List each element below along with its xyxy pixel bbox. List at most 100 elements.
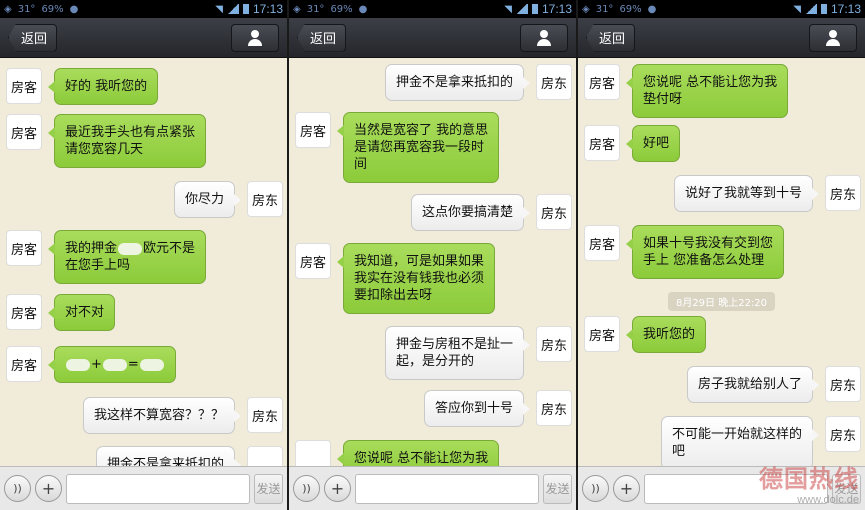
landlord-avatar[interactable]: 房东 [825, 175, 861, 211]
received-message-bubble[interactable]: 好吧 [625, 125, 681, 162]
sent-message-bubble[interactable]: 押金不是拿来抵扣的 [384, 64, 531, 101]
send-button[interactable]: 发送 [543, 473, 572, 504]
shield-icon: ◈ [582, 3, 590, 15]
received-message-bubble[interactable]: 如果十号我没有交到您 手上 您准备怎么处理 [625, 225, 785, 279]
sent-message-bubble[interactable]: 房子我就给别人了 [686, 366, 820, 403]
status-bar: ◈ 31° 69% ● ◥ 17:13 [0, 0, 287, 18]
plus-button[interactable]: + [35, 475, 62, 502]
status-right-icons: ◥ [215, 4, 249, 15]
battery-icon [531, 4, 538, 14]
received-message-bubble[interactable]: 最近我手头也有点紧张 请您宽容几天 [47, 114, 207, 168]
tenant-avatar[interactable]: 房客 [295, 243, 331, 279]
message-row: 房子我就给别人了 房东 [578, 366, 865, 403]
message-input[interactable] [644, 473, 828, 504]
status-time: 17:13 [541, 2, 572, 16]
tenant-avatar[interactable]: 房客 [6, 68, 42, 104]
chat-area[interactable]: 房客 好的 我听您的 房客 最近我手头也有点紧张 请您宽容几天 你尽力 房东 房客 我的押金 欧元… [0, 58, 287, 466]
tenant-avatar[interactable]: 房客 [6, 294, 42, 330]
landlord-avatar[interactable]: 房东 [536, 194, 572, 230]
message-row: 房客 我听您的 [578, 316, 865, 353]
chat-area[interactable]: 押金不是拿来抵扣的 房东 房客 当然是宽容了 我的意思 是请您再宽容我一段时间这点你要搞… [289, 58, 576, 466]
received-message-bubble[interactable]: 当然是宽容了 我的意思 是请您再宽容我一段时间 [336, 112, 500, 183]
tenant-avatar[interactable] [295, 440, 331, 466]
status-left-icons: ◈ 31° 69% ● [293, 4, 504, 15]
chat-header: 返回 [289, 18, 576, 58]
landlord-avatar[interactable]: 房东 [247, 397, 283, 433]
temperature-label: 31° [306, 3, 325, 15]
sent-message-bubble[interactable]: 我这样不算宽容？？？ [82, 397, 242, 434]
received-message-bubble[interactable]: 对不对 [47, 294, 116, 331]
profile-button[interactable] [231, 23, 279, 52]
voice-icon: )) [302, 482, 311, 495]
send-button[interactable]: 发送 [254, 473, 283, 504]
message-row: 房客 好的 我听您的 [0, 68, 287, 105]
temperature-label: 31° [595, 3, 614, 15]
battery-percent-label: 69% [619, 3, 642, 15]
sent-message-bubble[interactable]: 这点你要搞清楚 [410, 194, 531, 231]
landlord-avatar[interactable] [247, 446, 283, 466]
landlord-avatar[interactable]: 房东 [536, 64, 572, 100]
timestamp-divider: 8月29日 晚上22:20 [578, 292, 865, 311]
message-input[interactable] [355, 473, 539, 504]
tenant-avatar[interactable]: 房客 [6, 230, 42, 266]
person-icon [247, 29, 263, 46]
voice-button[interactable]: )) [4, 475, 31, 502]
chat-header: 返回 [0, 18, 287, 58]
received-message-bubble[interactable]: 您说呢 总不能让您为我 垫付呀 [625, 64, 789, 118]
shield-icon: ◈ [293, 3, 301, 15]
sent-message-bubble[interactable]: 答应你到十号 [423, 390, 531, 427]
sent-message-bubble[interactable]: 说好了我就等到十号 [673, 175, 820, 212]
tenant-avatar[interactable]: 房客 [584, 316, 620, 352]
timestamp-label: 8月29日 晚上22:20 [667, 292, 776, 311]
redacted-text [118, 242, 143, 255]
person-icon [825, 29, 841, 46]
temperature-label: 31° [17, 3, 36, 15]
voice-button[interactable]: )) [293, 475, 320, 502]
back-button[interactable]: 返回 [586, 23, 636, 52]
message-row: 不可能一开始就这样的吧房东 [578, 416, 865, 466]
plus-button[interactable]: + [324, 475, 351, 502]
landlord-avatar[interactable]: 房东 [825, 416, 861, 452]
status-left-icons: ◈ 31° 69% ● [582, 4, 793, 15]
plus-button[interactable]: + [613, 475, 640, 502]
received-message-bubble[interactable]: 我的押金 欧元不是 在您手上吗 [47, 230, 207, 284]
received-message-bubble[interactable]: 您说呢 总不能让您为我 [336, 440, 500, 466]
chat-header: 返回 [578, 18, 865, 58]
signal-icon [515, 4, 528, 14]
landlord-avatar[interactable]: 房东 [247, 181, 283, 217]
received-message-bubble[interactable]: 我知道，可是如果如果 我实在没有钱我也必须 要扣除出去呀 [336, 243, 496, 314]
message-input[interactable] [66, 473, 250, 504]
landlord-avatar[interactable]: 房东 [536, 390, 572, 426]
profile-button[interactable] [809, 23, 857, 52]
send-button[interactable]: 发送 [832, 473, 861, 504]
message-row: 说好了我就等到十号 房东 [578, 175, 865, 212]
tenant-avatar[interactable]: 房客 [6, 114, 42, 150]
signal-icon [226, 4, 239, 14]
battery-percent-label: 69% [41, 3, 64, 15]
message-row: 答应你到十号 房东 [289, 390, 576, 427]
tenant-avatar[interactable]: 房客 [584, 225, 620, 261]
tenant-avatar[interactable]: 房客 [584, 125, 620, 161]
sent-message-bubble[interactable]: 押金不是拿来抵扣的 [95, 446, 242, 466]
received-message-bubble[interactable]: + = [48, 346, 176, 383]
tenant-avatar[interactable]: 房客 [584, 64, 620, 100]
message-row: 您说呢 总不能让您为我 [289, 440, 576, 466]
sent-message-bubble[interactable]: 不可能一开始就这样的吧 [660, 416, 820, 466]
back-button[interactable]: 返回 [8, 23, 58, 52]
tenant-avatar[interactable]: 房客 [295, 112, 331, 148]
landlord-avatar[interactable]: 房东 [536, 326, 572, 362]
tenant-avatar[interactable]: 房客 [6, 346, 42, 382]
sent-message-bubble[interactable]: 你尽力 [173, 181, 242, 218]
voice-button[interactable]: )) [582, 475, 609, 502]
plus-icon: + [619, 479, 634, 498]
redacted-text [66, 358, 90, 371]
profile-button[interactable] [520, 23, 568, 52]
back-button[interactable]: 返回 [297, 23, 347, 52]
message-row: 房客 您说呢 总不能让您为我 垫付呀 [578, 64, 865, 118]
chat-area[interactable]: 房客 您说呢 总不能让您为我 垫付呀 房客 好吧 说好了我就等到十号 房东 房客 如果十号我没有… [578, 58, 865, 466]
received-message-bubble[interactable]: 好的 我听您的 [47, 68, 159, 105]
landlord-avatar[interactable]: 房东 [825, 366, 861, 402]
sent-message-bubble[interactable]: 押金与房租不是扯一 起，是分开的 [384, 326, 531, 380]
phone-screen-2: ◈ 31° 69% ● ◥ 17:13 返回 押金不是拿来抵扣的 房东 房客 当然是宽容了 我的意思… [289, 0, 576, 510]
received-message-bubble[interactable]: 我听您的 [625, 316, 707, 353]
